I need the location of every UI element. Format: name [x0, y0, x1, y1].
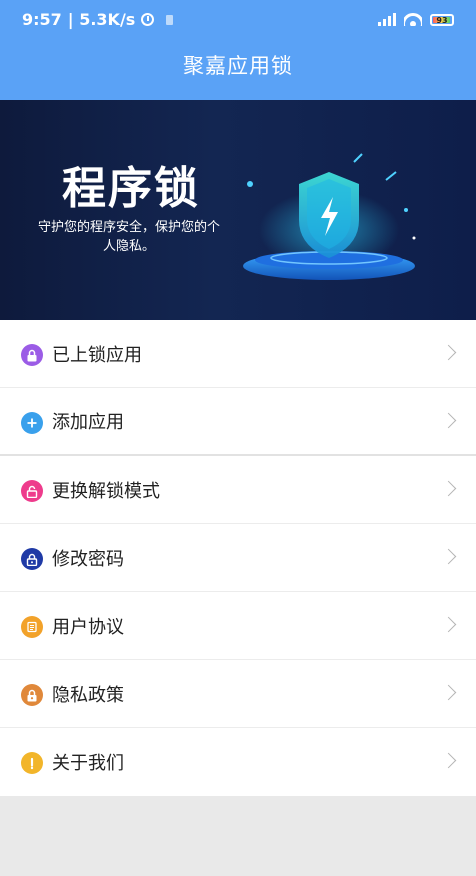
signal-icon [378, 12, 396, 26]
menu-label: 隐私政策 [52, 684, 124, 706]
menu-item-change-password[interactable]: 修改密码 [0, 524, 476, 592]
banner: 程序锁 守护您的程序安全，保护您的个人隐私。 [0, 100, 476, 320]
menu-label: 关于我们 [52, 753, 124, 774]
alarm-icon [141, 13, 155, 26]
menu-item-add-app[interactable]: 添加应用 [0, 388, 476, 456]
menu-label: 修改密码 [52, 548, 124, 570]
page-title: 聚嘉应用锁 [183, 54, 293, 78]
chevron-right-icon [440, 616, 457, 633]
privacy-icon [21, 684, 43, 706]
menu-item-privacy-policy[interactable]: 隐私政策 [0, 660, 476, 728]
chevron-right-icon [440, 684, 457, 701]
chevron-right-icon [440, 752, 457, 769]
menu-label: 已上锁应用 [52, 344, 142, 366]
unlock-mode-icon [21, 480, 43, 502]
menu-item-about-us[interactable]: 关于我们 [0, 728, 476, 796]
menu-label: 更换解锁模式 [52, 480, 160, 502]
add-app-icon [21, 412, 43, 434]
status-time: 9:57 [22, 10, 62, 29]
network-speed: | 5.3K/s [67, 10, 136, 29]
status-left: 9:57 | 5.3K/s [22, 10, 174, 29]
status-right: 93 [378, 12, 454, 26]
menu-label: 用户协议 [52, 616, 124, 638]
app-header: 聚嘉应用锁 [0, 40, 476, 100]
menu-list: 已上锁应用 添加应用 更换解锁模式 修改密码 用户协议 隐私政策 关于我们 [0, 320, 476, 796]
menu-item-unlock-mode[interactable]: 更换解锁模式 [0, 456, 476, 524]
wifi-icon [404, 13, 422, 26]
menu-label: 添加应用 [52, 412, 124, 433]
status-bar: 9:57 | 5.3K/s 93 [0, 0, 476, 40]
menu-item-locked-apps[interactable]: 已上锁应用 [0, 320, 476, 388]
battery-level: 93 [436, 15, 448, 25]
chevron-right-icon [440, 412, 457, 429]
about-icon [21, 752, 43, 774]
agreement-icon [21, 616, 43, 638]
locked-apps-icon [21, 344, 43, 366]
chevron-right-icon [440, 480, 457, 497]
sim-icon [166, 14, 174, 25]
shield-illustration [243, 153, 416, 280]
app-page: 9:57 | 5.3K/s 93 聚嘉应用锁 程序锁 守护您的程序安全，保护您的… [0, 0, 476, 876]
banner-title: 程序锁 [62, 163, 200, 214]
chevron-right-icon [440, 344, 457, 361]
battery-icon: 93 [430, 14, 454, 26]
banner-subtitle: 守护您的程序安全，保护您的个人隐私。 [37, 220, 220, 254]
chevron-right-icon [440, 548, 457, 565]
menu-item-user-agreement[interactable]: 用户协议 [0, 592, 476, 660]
password-icon [21, 548, 43, 570]
